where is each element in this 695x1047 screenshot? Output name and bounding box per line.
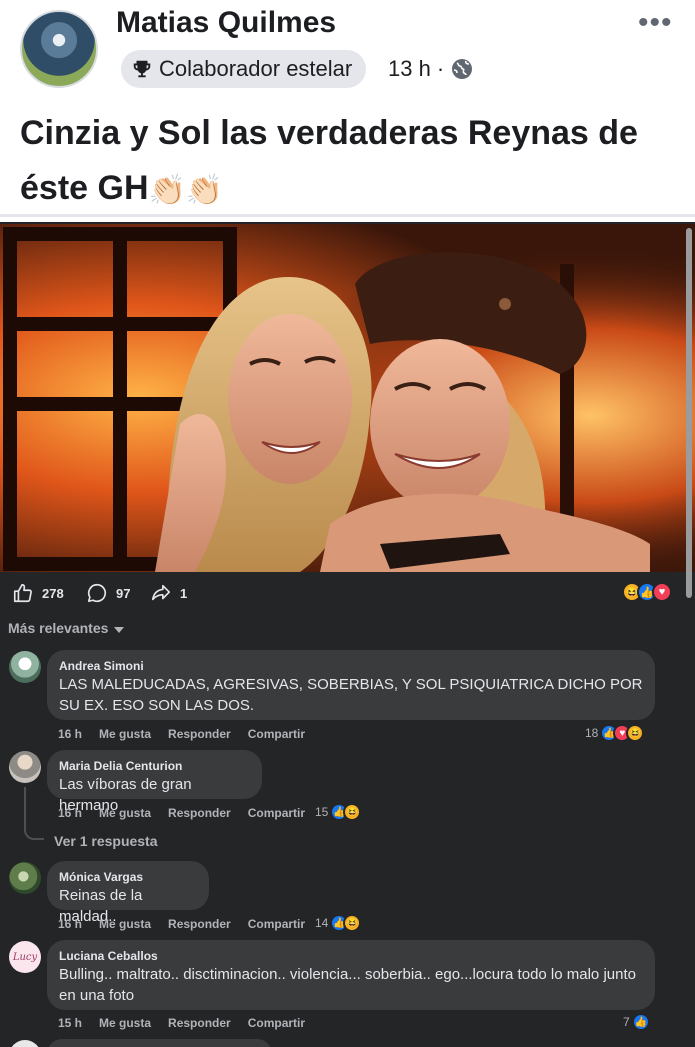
comment-reaction-count: 7 (623, 1015, 630, 1029)
comment-text: LAS MALEDUCADAS, AGRESIVAS, SOBERBIAS, Y… (59, 676, 643, 714)
comment-share-link[interactable]: Compartir (248, 727, 305, 741)
comment-actions: 16 h Me gusta Responder Compartir (58, 727, 305, 741)
comment-reactions[interactable]: 15 👍 😆 (315, 803, 362, 821)
comment-reaction-count: 14 (315, 916, 329, 930)
comment-reactions[interactable]: 18 👍 ♥ 😆 (585, 724, 645, 742)
love-icon: ♥ (652, 582, 672, 602)
comment-bubble: Andrea Simoni LAS MALEDUCADAS, AGRESIVAS… (47, 650, 655, 720)
comment-reaction-count: 18 (585, 726, 599, 740)
comment-bubble: Luciana Ceballos Bulling.. maltrato.. di… (47, 940, 655, 1010)
comment-reactions[interactable]: 7 👍 (623, 1013, 650, 1031)
thumbs-up-icon (13, 583, 32, 603)
comment-share-link[interactable]: Compartir (248, 917, 305, 931)
globe-icon (452, 59, 473, 79)
reaction-summary[interactable]: 😆 👍 ♥ (622, 582, 672, 602)
commenter-name[interactable]: Andrea Simoni (59, 658, 643, 674)
comment-time[interactable]: 16 h (58, 917, 82, 931)
share-button[interactable]: 1 (150, 582, 187, 604)
author-avatar[interactable] (20, 10, 98, 88)
comment-reply-link[interactable]: Responder (168, 727, 231, 741)
commenter-name[interactable]: Maria Delia Centurion (59, 758, 250, 774)
post-actions: 278 97 1 (0, 574, 695, 612)
like-count: 278 (42, 585, 64, 601)
clapping-hands-emoji: 👏🏻👏🏻 (148, 173, 224, 207)
commenter-avatar[interactable] (9, 1040, 41, 1047)
commenter-avatar[interactable]: Lucy (9, 941, 41, 973)
like-button[interactable]: 278 (12, 582, 64, 604)
comment-actions: 16 h Me gusta Responder Compartir (58, 806, 305, 820)
post-header: Matias Quilmes ••• Colaborador estelar 1… (0, 0, 695, 222)
chevron-down-icon (114, 626, 125, 633)
scrollbar[interactable] (686, 228, 692, 598)
share-arrow-icon (151, 584, 171, 601)
post-time[interactable]: 13 h · (388, 56, 444, 82)
comment-button[interactable]: 97 (86, 582, 130, 604)
thread-connector (24, 826, 44, 840)
commenter-avatar[interactable] (9, 862, 41, 894)
comment-like-link[interactable]: Me gusta (99, 917, 151, 931)
comment-reply-link[interactable]: Responder (168, 917, 231, 931)
comment-like-link[interactable]: Me gusta (99, 727, 151, 741)
divider (0, 214, 695, 217)
comment-actions: 16 h Me gusta Responder Compartir (58, 917, 305, 931)
post-photo[interactable] (0, 224, 695, 572)
post-meta: 13 h · (388, 56, 474, 82)
top-contributor-badge[interactable]: Colaborador estelar (121, 50, 367, 88)
avatar-lettering: Lucy (12, 951, 38, 963)
haha-icon: 😆 (343, 914, 362, 932)
comment-sort-dropdown[interactable]: Más relevantes (8, 620, 125, 636)
sort-label: Más relevantes (8, 620, 109, 636)
haha-icon: 😆 (343, 803, 362, 821)
comment-reactions[interactable]: 14 👍 😆 (315, 914, 362, 932)
comment-like-link[interactable]: Me gusta (99, 1016, 151, 1030)
comment-time[interactable]: 16 h (58, 806, 82, 820)
comment-bubble (47, 1039, 272, 1047)
post-text: Cinzia y Sol las verdaderas Reynas de és… (20, 106, 680, 218)
like-reaction-icon: 👍 (631, 1013, 650, 1031)
view-replies-link[interactable]: Ver 1 respuesta (54, 833, 158, 849)
commenter-avatar[interactable] (9, 751, 41, 783)
comment-actions: 15 h Me gusta Responder Compartir (58, 1016, 305, 1030)
comment-icon (87, 583, 107, 603)
comment-time[interactable]: 16 h (58, 727, 82, 741)
comment-bubble: Mónica Vargas Reinas de la maldad.. (47, 861, 209, 925)
comment-like-link[interactable]: Me gusta (99, 806, 151, 820)
comment-share-link[interactable]: Compartir (248, 806, 305, 820)
comment-reply-link[interactable]: Responder (168, 1016, 231, 1030)
commenter-name[interactable]: Mónica Vargas (59, 869, 197, 885)
share-count: 1 (180, 585, 188, 601)
comment-bubble: Maria Delia Centurion Las víboras de gra… (47, 750, 262, 814)
post-body: Cinzia y Sol las verdaderas Reynas de és… (20, 114, 638, 207)
badge-label: Colaborador estelar (159, 56, 353, 81)
comment-text: Bulling.. maltrato.. disctiminacion.. vi… (59, 966, 636, 1004)
commenter-avatar[interactable] (9, 651, 41, 683)
more-options-icon[interactable]: ••• (638, 8, 673, 38)
trophy-icon (133, 60, 151, 78)
comment-reaction-count: 15 (315, 805, 329, 819)
author-name[interactable]: Matias Quilmes (116, 6, 336, 40)
comment-time[interactable]: 15 h (58, 1016, 82, 1030)
photo-illustration (0, 224, 695, 572)
comment-reply-link[interactable]: Responder (168, 806, 231, 820)
haha-icon: 😆 (626, 724, 645, 742)
comment-share-link[interactable]: Compartir (248, 1016, 305, 1030)
commenter-name[interactable]: Luciana Ceballos (59, 948, 643, 964)
comment-count: 97 (116, 585, 131, 601)
